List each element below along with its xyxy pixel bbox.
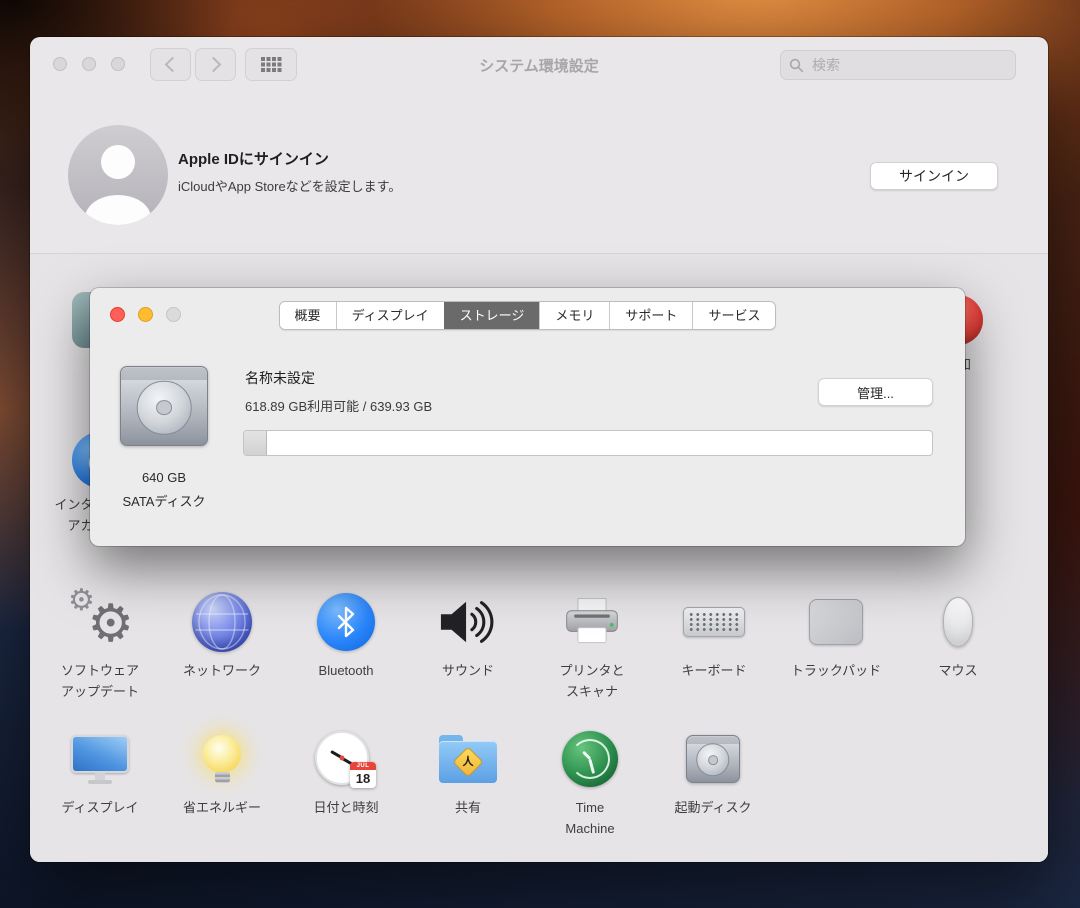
section-divider [30,253,1048,254]
pref-item-label: キーボード [681,661,746,682]
pref-item-label: 共有 [455,798,481,819]
titlebar: システム環境設定 [30,37,1048,93]
sound-icon [439,597,497,647]
tab-service[interactable]: サービス [692,302,775,329]
pref-item-displays[interactable]: ディスプレイ [40,725,160,819]
pref-item-time-machine[interactable]: Time Machine [530,725,650,840]
signin-button[interactable]: サインイン [870,162,998,190]
search-input[interactable] [810,56,1007,74]
printer-icon [562,596,622,648]
avatar-head [101,145,135,179]
apple-id-avatar [68,125,168,225]
software-update-icon [68,592,132,652]
pref-item-trackpad[interactable]: トラックパッド [776,588,896,682]
manage-button[interactable]: 管理... [818,378,933,406]
dialog-tab-bar: 概要 ディスプレイ ストレージ メモリ サポート サービス [90,301,965,330]
display-icon [71,735,129,784]
search-icon [789,58,804,73]
disk-type-label: SATAディスク [104,491,224,510]
pref-item-date-time[interactable]: JUL 18 日付と時刻 [286,725,406,819]
pref-item-sharing[interactable]: 共有 [408,725,528,819]
keyboard-icon [683,607,745,637]
search-field [780,50,1016,80]
pref-item-label: トラックパッド [791,661,881,682]
about-this-mac-dialog: 概要 ディスプレイ ストレージ メモリ サポート サービス 640 GB SAT… [90,288,965,546]
apple-id-title: Apple IDにサインイン [178,148,329,169]
bluetooth-icon [317,593,375,651]
desktop-background: システム環境設定 Apple IDにサインイン iCloudやApp Store… [0,0,1080,908]
pref-item-keyboard[interactable]: キーボード [654,588,774,682]
avatar-torso [85,195,151,225]
tab-displays[interactable]: ディスプレイ [336,302,444,329]
calendar-month: JUL [350,762,376,770]
pref-item-label: 起動ディスク [674,798,751,819]
pref-item-label: ディスプレイ [61,798,138,819]
pref-item-startup-disk[interactable]: 起動ディスク [653,725,773,819]
storage-used-bar [244,431,267,455]
pref-item-label: サウンド [442,661,494,682]
apple-id-subtitle: iCloudやApp Storeなどを設定します。 [178,176,401,195]
pref-item-label: マウス [938,661,977,682]
pref-item-printers-scanners[interactable]: プリンタと スキャナ [532,588,652,703]
network-icon [192,592,252,652]
calendar-day: 18 [350,770,376,787]
shared-folder-icon [439,735,497,783]
pref-item-bluetooth[interactable]: Bluetooth [286,588,406,682]
mini-calendar: JUL 18 [350,762,376,788]
tab-storage[interactable]: ストレージ [444,302,540,329]
clock-calendar-icon: JUL 18 [314,730,378,788]
pref-item-mouse[interactable]: マウス [898,588,1018,682]
pref-item-energy-saver[interactable]: 省エネルギー [162,725,282,819]
tab-support[interactable]: サポート [609,302,692,329]
tab-overview[interactable]: 概要 [280,302,336,329]
mouse-icon [943,597,973,647]
volume-name: 名称未設定 [245,368,315,388]
pref-item-label: ソフトウェア アップデート [61,661,139,703]
storage-bar [243,430,933,456]
hard-disk-icon [120,366,208,446]
pref-item-label: 省エネルギー [183,798,261,819]
pref-item-sound[interactable]: サウンド [408,588,528,682]
lightbulb-icon [203,735,241,783]
time-machine-icon [562,731,618,787]
pref-item-software-update[interactable]: ソフトウェア アップデート [40,588,160,703]
pref-item-network[interactable]: ネットワーク [162,588,282,682]
startup-disk-icon [686,735,740,783]
disk-size-label: 640 GB [104,470,224,485]
pref-item-label: Time Machine [565,798,614,840]
pref-item-label: プリンタと スキャナ [559,661,624,703]
pref-item-label: ネットワーク [183,661,261,682]
tab-segmented-control: 概要 ディスプレイ ストレージ メモリ サポート サービス [279,301,777,330]
volume-capacity: 618.89 GB利用可能 / 639.93 GB [245,396,432,415]
tab-memory[interactable]: メモリ [539,302,609,329]
pref-item-label: 日付と時刻 [313,798,378,819]
trackpad-icon [809,599,863,645]
pref-item-label: Bluetooth [319,661,374,682]
